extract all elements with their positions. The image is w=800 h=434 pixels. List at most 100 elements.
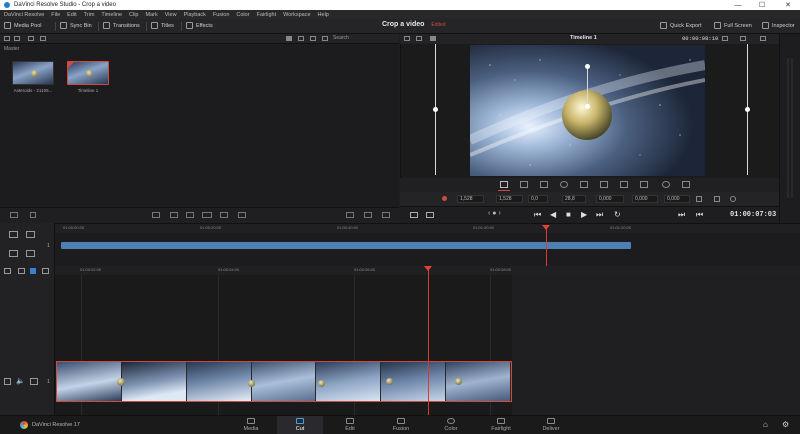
ripple-overwrite-icon[interactable] — [186, 212, 194, 218]
new-bin-icon[interactable] — [28, 36, 34, 41]
source-overwrite-icon[interactable] — [238, 212, 246, 218]
menu-view[interactable]: View — [165, 12, 177, 18]
filmstrip-icon[interactable] — [364, 212, 372, 218]
zoom-x-field[interactable]: 0,000 — [632, 195, 658, 203]
audio-tool-icon[interactable] — [580, 181, 588, 188]
reverse-icon[interactable]: ◀ — [550, 210, 556, 219]
place-on-top-icon[interactable] — [220, 212, 228, 218]
media-pool-button[interactable]: Media Pool — [4, 22, 42, 29]
flip-vertical-icon[interactable] — [714, 196, 720, 202]
clip-thumbnail-asteroids[interactable] — [12, 61, 54, 85]
upper-timeline-ruler[interactable]: 01:00:00:00 01:00:20:00 01:00:40:00 01:0… — [55, 224, 800, 233]
page-cut[interactable]: Cut — [277, 416, 323, 434]
sort-icon[interactable] — [310, 36, 316, 41]
position-y-field[interactable]: 28,8 — [562, 195, 586, 203]
link-icon[interactable] — [30, 268, 36, 274]
page-fusion[interactable]: Fusion — [381, 416, 421, 432]
viewer-options-icon[interactable] — [722, 36, 728, 41]
position-x-field[interactable]: 0,0 — [528, 195, 548, 203]
search-label[interactable]: Search — [333, 35, 349, 41]
view-mode-icon[interactable] — [346, 212, 354, 218]
clip-viewer-icon[interactable] — [410, 212, 418, 218]
home-icon[interactable]: ⌂ — [763, 420, 768, 429]
menu-trim[interactable]: Trim — [84, 12, 95, 18]
play-icon[interactable]: ▶ — [581, 210, 587, 219]
stop-icon[interactable]: ■ — [566, 210, 571, 219]
page-color[interactable]: Color — [431, 416, 471, 432]
menu-fairlight[interactable]: Fairlight — [257, 12, 277, 18]
reset-icon[interactable] — [730, 196, 736, 202]
flag-icon[interactable] — [42, 268, 49, 274]
timeline-viewer-icon[interactable] — [426, 212, 434, 218]
prev-clip-icon[interactable]: ⏮ — [696, 210, 703, 220]
list-view-icon[interactable] — [298, 36, 304, 41]
sidebar-toggle-icon[interactable] — [4, 36, 10, 41]
settings-gear-icon[interactable]: ⚙ — [782, 420, 789, 429]
page-edit[interactable]: Edit — [330, 416, 370, 432]
razor-icon[interactable] — [26, 250, 35, 257]
append-icon[interactable] — [170, 212, 178, 218]
menu-workspace[interactable]: Workspace — [283, 12, 310, 18]
clip-thumbnail-timeline[interactable] — [67, 61, 109, 85]
import-icon[interactable] — [14, 36, 20, 41]
color-icon[interactable] — [560, 181, 568, 188]
width-field[interactable]: 1,528 — [457, 195, 484, 203]
position-top-handle[interactable] — [585, 64, 590, 69]
video-toggle-icon[interactable] — [30, 378, 38, 385]
crop-icon[interactable] — [520, 181, 528, 188]
snap-icon[interactable] — [4, 268, 11, 274]
speed-icon[interactable] — [620, 181, 628, 188]
metadata-icon[interactable] — [10, 212, 18, 218]
menu-help[interactable]: Help — [318, 12, 329, 18]
position-center-handle[interactable] — [585, 104, 590, 109]
keyframe-icon[interactable] — [442, 196, 447, 201]
flip-icon[interactable] — [696, 196, 702, 202]
viewer-menu-icon[interactable] — [760, 36, 766, 41]
blade-tool-icon[interactable] — [26, 231, 35, 238]
titles-button[interactable]: Titles — [151, 22, 174, 29]
menu-file[interactable]: File — [51, 12, 60, 18]
zoom-y-field[interactable]: 0,000 — [664, 195, 690, 203]
transform-icon[interactable] — [500, 181, 508, 188]
collapse-icon[interactable] — [740, 36, 746, 41]
effects-button[interactable]: Effects — [186, 22, 213, 29]
speaker-icon[interactable]: 🔈 — [16, 377, 25, 385]
menu-clip[interactable]: Clip — [129, 12, 138, 18]
close-button[interactable]: ✕ — [778, 0, 798, 10]
page-deliver[interactable]: Deliver — [531, 416, 571, 432]
next-clip-icon[interactable]: ⏭ — [678, 210, 685, 220]
menu-fusion[interactable]: Fusion — [213, 12, 230, 18]
go-to-start-icon[interactable]: ⏮ — [534, 210, 541, 220]
menu-color[interactable]: Color — [236, 12, 249, 18]
lock-track-icon[interactable] — [4, 378, 11, 385]
height-field[interactable]: 1,528 — [496, 195, 523, 203]
minimize-button[interactable]: — — [728, 0, 748, 10]
menu-davinci-resolve[interactable]: DaVinci Resolve — [4, 12, 44, 18]
trim-tool-icon[interactable] — [9, 231, 18, 238]
crop-left-handle[interactable] — [433, 107, 438, 112]
transitions-button[interactable]: Transitions — [103, 22, 140, 29]
inspector-button[interactable]: Inspector — [762, 22, 795, 29]
quick-export-button[interactable]: Quick Export — [660, 22, 701, 29]
list-icon[interactable] — [382, 212, 390, 218]
viewer-timeline-name[interactable]: Timeline 1 — [570, 35, 597, 41]
search-icon[interactable] — [322, 36, 328, 41]
safe-area-icon[interactable] — [404, 36, 410, 41]
audio-scrub-icon[interactable] — [18, 268, 25, 274]
maximize-button[interactable]: ☐ — [752, 0, 772, 10]
page-media[interactable]: Media — [231, 416, 271, 432]
audio-icon[interactable] — [30, 212, 36, 218]
sync-bin-button[interactable]: Sync Bin — [60, 22, 92, 29]
loop-icon[interactable]: ↻ — [614, 210, 621, 219]
upper-playhead[interactable] — [546, 228, 547, 266]
page-fairlight[interactable]: Fairlight — [481, 416, 521, 432]
dynamic-zoom-icon[interactable] — [540, 181, 548, 188]
split-view-icon[interactable] — [416, 36, 422, 41]
new-timeline-icon[interactable] — [40, 36, 46, 41]
viewer-mode-icon[interactable] — [430, 36, 436, 41]
camera-icon[interactable] — [600, 181, 608, 188]
full-screen-button[interactable]: Full Screen — [714, 22, 752, 29]
audio-trim-icon[interactable] — [9, 250, 18, 257]
upper-playhead-handle[interactable] — [542, 225, 550, 230]
crop-right-handle[interactable] — [745, 107, 750, 112]
